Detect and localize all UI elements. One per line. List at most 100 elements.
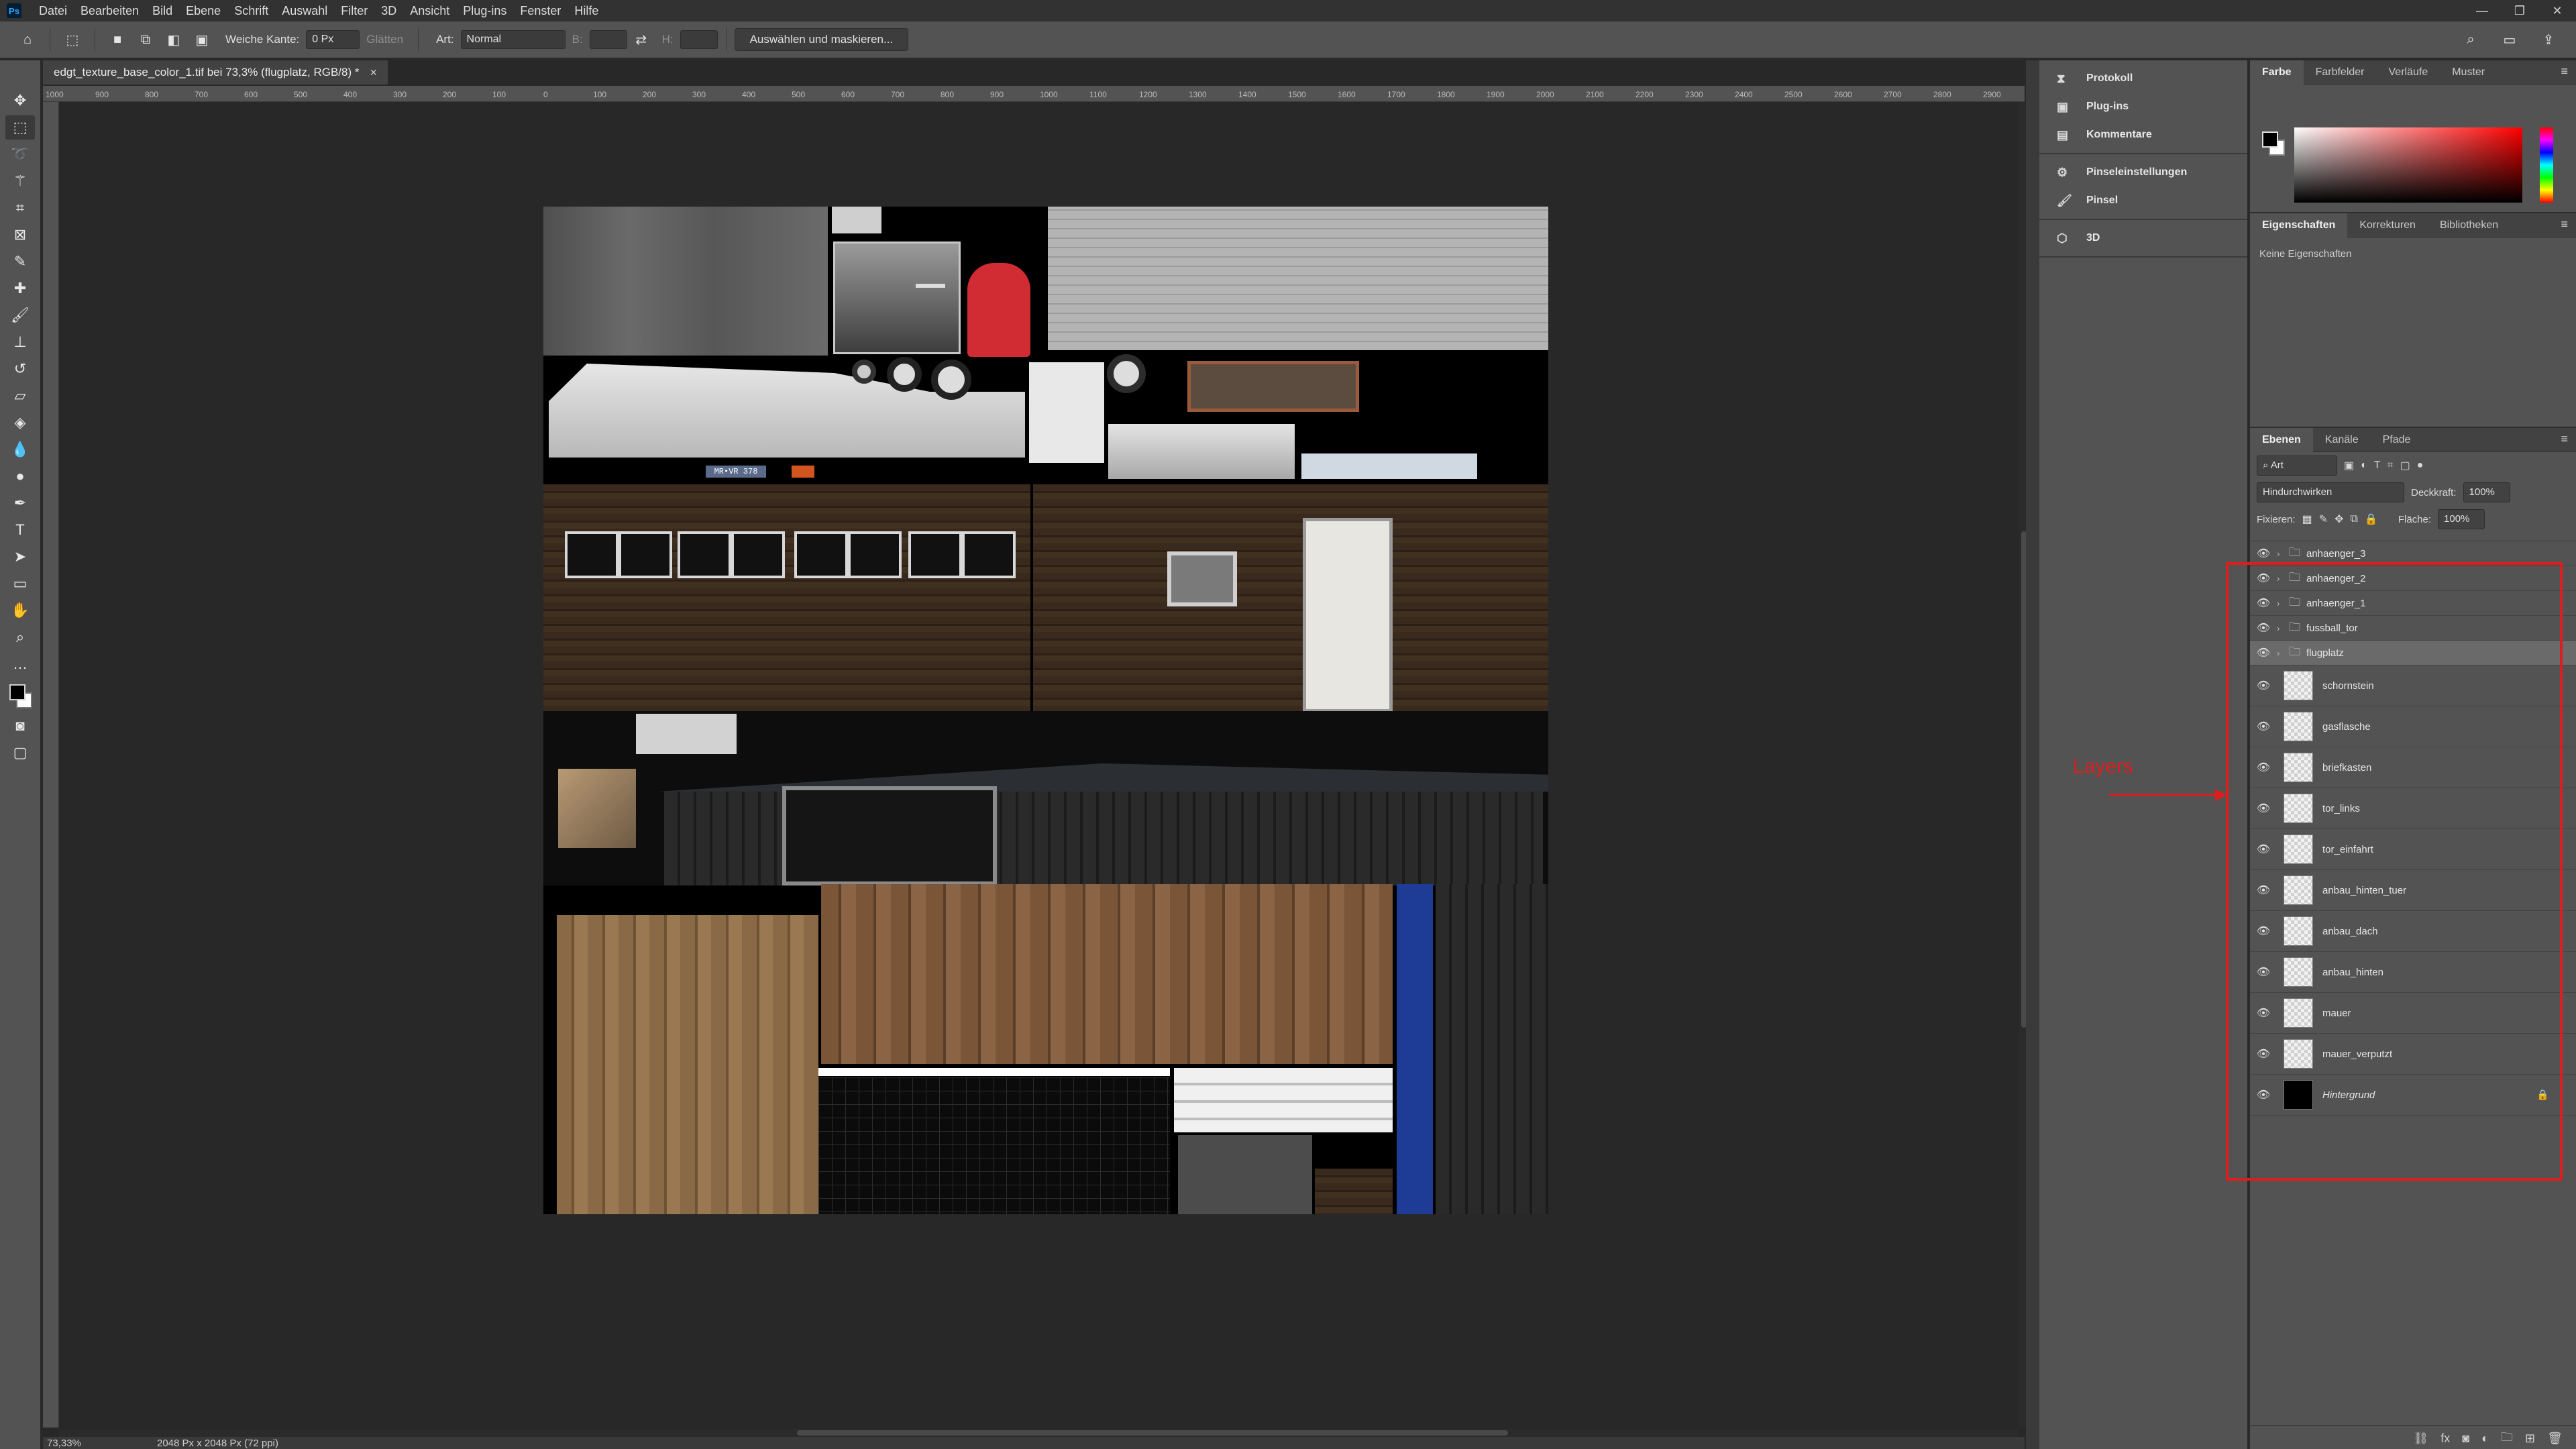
minimize-button[interactable]: —: [2463, 0, 2501, 21]
menu-bearbeiten[interactable]: Bearbeiten: [74, 0, 146, 21]
type-tool-icon[interactable]: T: [5, 518, 35, 542]
healing-brush-tool-icon[interactable]: ✚: [5, 276, 35, 301]
tab-muster[interactable]: Muster: [2440, 60, 2497, 85]
menu-hilfe[interactable]: Hilfe: [568, 0, 605, 21]
tab-korrekturen[interactable]: Korrekturen: [2347, 213, 2428, 237]
panel-menu-icon[interactable]: ≡: [2561, 64, 2568, 78]
zoom-tool-icon[interactable]: ⌕: [5, 625, 35, 649]
delete-layer-icon[interactable]: 🗑: [2547, 1432, 2563, 1446]
menu-datei[interactable]: Datei: [32, 0, 74, 21]
tab-farbfelder[interactable]: Farbfelder: [2304, 60, 2377, 85]
fill-input[interactable]: 100%: [2438, 509, 2485, 529]
menu-filter[interactable]: Filter: [334, 0, 374, 21]
tab-kanaele[interactable]: Kanäle: [2313, 428, 2371, 452]
restore-button[interactable]: ❐: [2501, 0, 2538, 21]
layer-style-icon[interactable]: fx: [2440, 1432, 2450, 1446]
width-input[interactable]: [589, 30, 627, 49]
pen-tool-icon[interactable]: ✒: [5, 491, 35, 515]
dock-protokoll[interactable]: ⧗ Protokoll: [2039, 64, 2247, 93]
more-tools-icon[interactable]: …: [5, 652, 35, 676]
rectangular-marquee-tool-icon[interactable]: ⬚: [5, 115, 35, 140]
panel-menu-icon[interactable]: ≡: [2561, 432, 2568, 446]
workspace-icon[interactable]: ▭: [2498, 28, 2521, 51]
dock-3d[interactable]: ⬡ 3D: [2039, 224, 2247, 252]
lock-artboard-icon[interactable]: ⧉: [2350, 513, 2357, 525]
tab-eigenschaften[interactable]: Eigenschaften: [2250, 213, 2348, 237]
horizontal-scrollbar[interactable]: [59, 1429, 2018, 1437]
add-selection-icon[interactable]: ⧉: [134, 28, 157, 51]
filter-toggle-icon[interactable]: ●: [2417, 460, 2424, 472]
tab-bibliotheken[interactable]: Bibliotheken: [2428, 213, 2510, 237]
home-icon[interactable]: ⌂: [16, 28, 39, 51]
brush-tool-icon[interactable]: 🖌: [5, 303, 35, 327]
filter-type-icon[interactable]: T: [2374, 460, 2381, 472]
menu-auswahl[interactable]: Auswahl: [275, 0, 334, 21]
horizontal-scroll-thumb[interactable]: [797, 1430, 1508, 1436]
lock-image-icon[interactable]: ✎: [2319, 513, 2328, 526]
menu-3d[interactable]: 3D: [374, 0, 403, 21]
menu-bild[interactable]: Bild: [146, 0, 179, 21]
texture-canvas-image[interactable]: MR•VR 378: [543, 207, 1548, 1214]
swap-dimensions-icon[interactable]: ⇄: [630, 28, 653, 51]
hue-slider[interactable]: [2540, 127, 2553, 203]
new-layer-icon[interactable]: ⊞: [2525, 1432, 2535, 1446]
panel-menu-icon[interactable]: ≡: [2561, 217, 2568, 231]
blur-tool-icon[interactable]: 💧: [5, 437, 35, 462]
menu-ansicht[interactable]: Ansicht: [403, 0, 456, 21]
lock-position-icon[interactable]: ✥: [2334, 513, 2343, 526]
photoshop-logo-icon[interactable]: Ps: [7, 3, 21, 18]
panel-dock-collapse-bar[interactable]: [2026, 60, 2039, 1449]
intersect-selection-icon[interactable]: ▣: [191, 28, 213, 51]
antialias-checkbox[interactable]: Glätten: [366, 33, 403, 46]
magic-wand-tool-icon[interactable]: ⚚: [5, 169, 35, 193]
lock-all-icon[interactable]: 🔒: [2365, 513, 2378, 526]
paint-bucket-tool-icon[interactable]: ◈: [5, 411, 35, 435]
move-tool-icon[interactable]: ✥: [5, 89, 35, 113]
feather-input[interactable]: 0 Px: [306, 30, 360, 49]
screen-mode-icon[interactable]: ▢: [5, 741, 35, 765]
dock-kommentare[interactable]: ▤ Kommentare: [2039, 121, 2247, 149]
filter-smart-object-icon[interactable]: ▢: [2400, 459, 2410, 472]
quick-mask-icon[interactable]: ◙: [5, 714, 35, 738]
dodge-tool-icon[interactable]: ●: [5, 464, 35, 488]
history-brush-tool-icon[interactable]: ↺: [5, 357, 35, 381]
search-icon[interactable]: ⌕: [2459, 28, 2482, 51]
marquee-preset-icon[interactable]: ⬚: [61, 28, 84, 51]
tab-pfade[interactable]: Pfade: [2371, 428, 2423, 452]
group-expand-chevron-icon[interactable]: ›: [2277, 549, 2289, 559]
menu-plug-ins[interactable]: Plug-ins: [456, 0, 513, 21]
menu-schrift[interactable]: Schrift: [227, 0, 275, 21]
filter-adjustment-icon[interactable]: ◐: [2361, 460, 2367, 472]
blend-mode-select[interactable]: Hindurchwirken: [2257, 482, 2404, 502]
height-input[interactable]: [680, 30, 718, 49]
close-tab-icon[interactable]: ×: [370, 66, 378, 80]
foreground-color-swatch[interactable]: [2262, 131, 2278, 148]
tab-ebenen[interactable]: Ebenen: [2250, 427, 2313, 452]
eraser-tool-icon[interactable]: ▱: [5, 384, 35, 408]
document-tab[interactable]: edgt_texture_base_color_1.tif bei 73,3% …: [43, 60, 388, 85]
opacity-input[interactable]: 100%: [2463, 482, 2510, 502]
tab-verlaeufe[interactable]: Verläufe: [2377, 60, 2440, 85]
visibility-eye-icon[interactable]: 👁: [2250, 547, 2277, 560]
eyedropper-tool-icon[interactable]: ✎: [5, 250, 35, 274]
color-picker-field[interactable]: [2294, 127, 2522, 203]
rectangle-tool-icon[interactable]: ▭: [5, 572, 35, 596]
add-mask-icon[interactable]: ◙: [2462, 1432, 2469, 1446]
filter-shape-icon[interactable]: ⌗: [2387, 460, 2394, 472]
dock-plug-ins[interactable]: ▣ Plug-ins: [2039, 93, 2247, 121]
hand-tool-icon[interactable]: ✋: [5, 598, 35, 623]
share-icon[interactable]: ⇪: [2537, 28, 2560, 51]
new-selection-icon[interactable]: ■: [106, 28, 129, 51]
tab-farbe[interactable]: Farbe: [2250, 60, 2304, 85]
new-group-icon[interactable]: 🗀: [2501, 1429, 2513, 1449]
dock-pinsel[interactable]: 🖌 Pinsel: [2039, 186, 2247, 215]
frame-tool-icon[interactable]: ⊠: [5, 223, 35, 247]
clone-stamp-tool-icon[interactable]: ⊥: [5, 330, 35, 354]
path-selection-tool-icon[interactable]: ➤: [5, 545, 35, 569]
menu-fenster[interactable]: Fenster: [513, 0, 568, 21]
style-select[interactable]: Normal: [460, 30, 566, 49]
crop-tool-icon[interactable]: ⌗: [5, 196, 35, 220]
filter-pixel-icon[interactable]: ▣: [2344, 459, 2354, 472]
menu-ebene[interactable]: Ebene: [179, 0, 227, 21]
close-window-button[interactable]: ✕: [2538, 0, 2576, 21]
